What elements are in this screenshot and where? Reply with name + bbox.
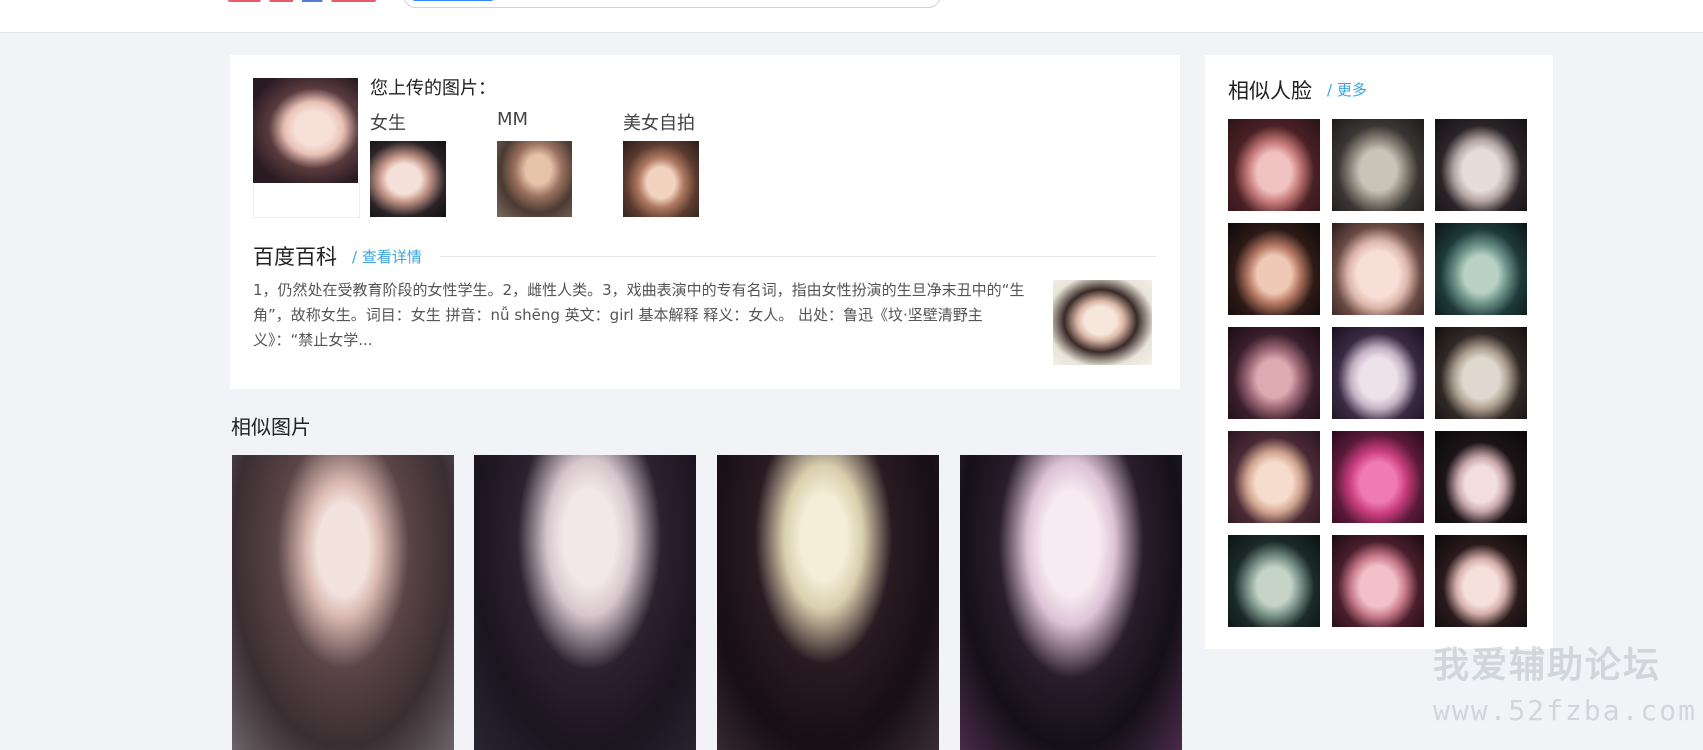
similar-face[interactable] [1435,223,1527,315]
site-logo[interactable] [228,0,376,2]
similar-face[interactable] [1435,535,1527,627]
baike-divider [440,256,1156,257]
watermark-url: www.52fzba.com [1433,694,1698,727]
baike-image[interactable] [1053,280,1152,365]
watermark-title: 我爱辅助论坛 [1433,645,1662,686]
similar-image[interactable] [960,455,1182,750]
baike-title: 百度百科 [253,245,337,269]
tag-image-female[interactable] [370,141,446,217]
uploaded-image-frame [253,183,360,218]
similar-faces-more-link[interactable]: / 更多 [1327,79,1367,100]
tag-label-mm[interactable]: MM [497,109,528,130]
similar-face[interactable] [1435,431,1527,523]
similar-face[interactable] [1228,327,1320,419]
similar-image[interactable] [717,455,939,750]
similar-faces-title: 相似人脸 [1228,79,1312,103]
similar-face[interactable] [1228,535,1320,627]
search-type-tab[interactable] [412,0,494,1]
top-bar [0,0,1703,33]
baike-description: 1，仍然处在受教育阶段的女性学生。2，雌性人类。3，戏曲表演中的专有名词，指由女… [253,281,1025,349]
uploaded-image[interactable] [253,78,358,183]
similar-image[interactable] [232,455,454,750]
similar-face[interactable] [1435,327,1527,419]
similar-images-title: 相似图片 [231,415,311,439]
similar-face[interactable] [1332,119,1424,211]
similar-face[interactable] [1228,119,1320,211]
similar-image[interactable] [474,455,696,750]
similar-face[interactable] [1332,535,1424,627]
upload-title: 您上传的图片： [370,78,496,99]
baike-detail-link[interactable]: / 查看详情 [352,246,422,267]
similar-face[interactable] [1228,431,1320,523]
similar-face[interactable] [1332,431,1424,523]
similar-face[interactable] [1332,327,1424,419]
search-input[interactable] [403,0,941,8]
similar-face[interactable] [1435,119,1527,211]
similar-face[interactable] [1332,223,1424,315]
tag-label-female[interactable]: 女生 [370,109,406,135]
similar-face[interactable] [1228,223,1320,315]
tag-image-mm[interactable] [497,141,572,217]
tag-image-selfie[interactable] [623,141,699,217]
tag-label-selfie[interactable]: 美女自拍 [623,109,695,135]
